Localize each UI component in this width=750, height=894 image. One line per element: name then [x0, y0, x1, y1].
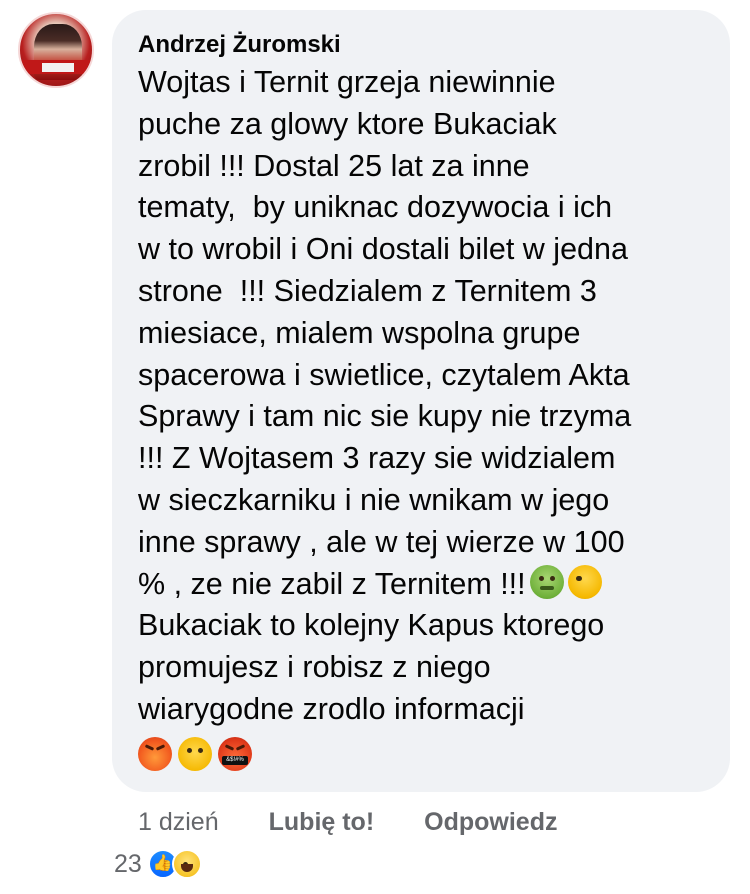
timestamp[interactable]: 1 dzień — [138, 806, 219, 838]
comment-bubble: Andrzej Żuromski Wojtas i Ternit grzeja … — [112, 10, 730, 792]
comment-line: spacerowa i swietlice, czytalem Akta — [138, 357, 630, 392]
like-button[interactable]: Lubię to! — [269, 806, 375, 838]
emoji-row: &$!#% — [138, 736, 704, 777]
comment-line: tematy, by uniknac dozywocia i ich — [138, 190, 613, 225]
comment-line: zrobil !!! Dostal 25 lat za inne — [138, 148, 530, 183]
avatar[interactable] — [18, 12, 94, 88]
comment-text: Wojtas i Ternit grzeja niewinnie puche z… — [138, 62, 718, 731]
comment-line: % , ze nie zabil z Ternitem !!! — [138, 566, 526, 601]
comment-line: Bukaciak to kolejny Kapus ktorego — [138, 608, 605, 643]
reaction-count: 23 — [114, 850, 142, 878]
comment-author[interactable]: Andrzej Żuromski — [138, 30, 704, 60]
nauseated-face-icon — [529, 564, 564, 599]
comment-line: w sieczkarniku i nie wnikam w jego — [138, 482, 610, 517]
comment-line: w to wrobil i Oni dostali bilet w jedna — [138, 232, 628, 267]
comment-line: wiarygodne zrodlo informacji — [138, 691, 525, 726]
haha-reaction-icon — [171, 849, 202, 879]
pouting-face-icon — [138, 736, 172, 771]
curse-symbols: &$!#% — [222, 755, 248, 765]
comment-line: puche za glowy ktore Bukaciak — [138, 106, 557, 141]
comment-actions: 1 dzień Lubię to! Odpowiedz — [138, 806, 557, 838]
reply-button[interactable]: Odpowiedz — [424, 806, 557, 838]
comment-line: !!! Z Wojtasem 3 razy sie widzialem — [138, 441, 616, 476]
face-vomiting-icon — [567, 564, 602, 599]
reactions-summary[interactable]: 23 👍 — [114, 848, 202, 880]
comment: Andrzej Żuromski Wojtas i Ternit grzeja … — [0, 0, 750, 894]
comment-line: Wojtas i Ternit grzeja niewinnie — [138, 65, 556, 99]
comment-line: promujesz i robisz z niego — [138, 650, 491, 685]
face-with-symbols-icon: &$!#% — [218, 736, 252, 771]
comment-line: strone !!! Siedzialem z Ternitem 3 — [138, 273, 597, 308]
comment-line: inne sprawy , ale w tej wierze w 100 — [138, 524, 625, 559]
comment-line: miesiace, mialem wspolna grupe — [138, 315, 581, 350]
comment-line: Sprawy i tam nic sie kupy nie trzyma — [138, 399, 632, 434]
face-with-steam-icon — [178, 736, 212, 771]
